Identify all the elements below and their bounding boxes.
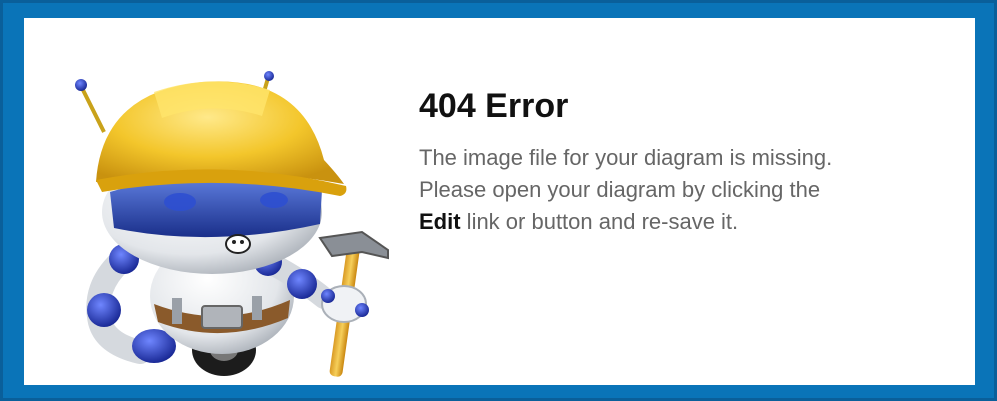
error-message: The image file for your diagram is missi… [419, 142, 979, 238]
construction-robot-with-hammer-icon [75, 71, 389, 377]
error-message-block: 404 Error The image file for your diagra… [419, 86, 979, 238]
error-message-line-2: Please open your diagram by clicking the [419, 177, 821, 202]
error-title: 404 Error [419, 87, 569, 125]
error-message-line-1: The image file for your diagram is missi… [419, 145, 833, 170]
error-panel: 404 Error The image file for your diagra… [0, 0, 997, 401]
error-message-line-3: Edit link or button and re-save it. [419, 206, 979, 238]
edit-keyword: Edit [419, 209, 461, 234]
error-message-line-3-rest: link or button and re-save it. [460, 209, 739, 234]
